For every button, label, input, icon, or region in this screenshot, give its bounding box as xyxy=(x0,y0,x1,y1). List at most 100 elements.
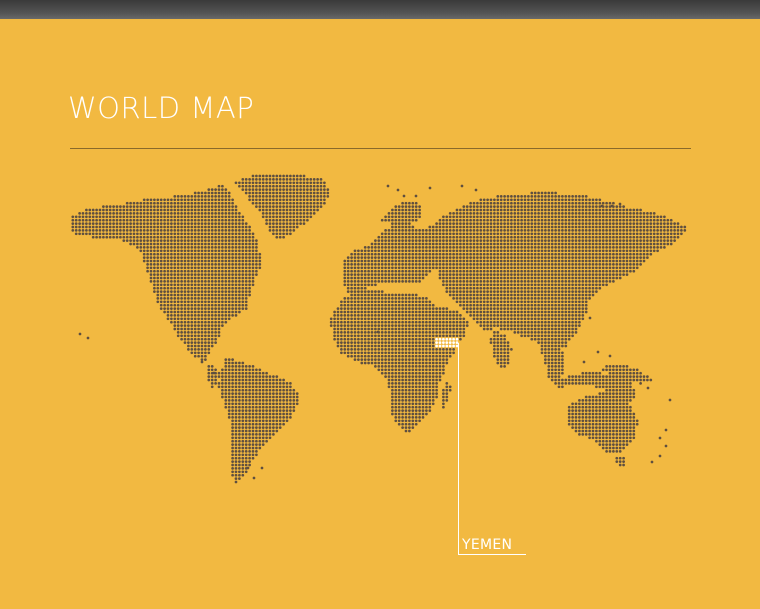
land-dot xyxy=(187,212,190,215)
land-dot xyxy=(204,337,207,341)
land-dot xyxy=(578,259,581,263)
land-dot xyxy=(190,310,194,314)
land-dot xyxy=(489,235,493,239)
land-dot xyxy=(224,252,228,256)
land-dot xyxy=(224,276,228,280)
land-dot xyxy=(149,222,153,225)
land-dot xyxy=(159,266,163,270)
land-dot xyxy=(605,201,608,205)
land-dot xyxy=(374,324,377,327)
land-dot xyxy=(227,191,231,195)
land-dot xyxy=(333,317,336,321)
land-dot xyxy=(418,310,421,314)
land-dot xyxy=(499,225,503,229)
land-dot xyxy=(588,249,591,253)
land-dot xyxy=(197,314,200,317)
land-dot xyxy=(523,293,527,297)
land-dot xyxy=(438,263,442,266)
land-dot xyxy=(163,239,166,242)
land-dot xyxy=(380,348,384,351)
land-dot xyxy=(408,256,411,259)
land-dot xyxy=(108,225,112,229)
land-dot xyxy=(363,303,367,307)
land-dot xyxy=(346,303,350,307)
land-dot xyxy=(547,249,551,253)
land-dot xyxy=(176,300,180,304)
land-dot xyxy=(370,269,374,273)
land-dot xyxy=(476,239,479,242)
land-dot xyxy=(173,222,177,225)
land-dot xyxy=(98,229,102,232)
land-dot xyxy=(309,215,313,219)
land-dot xyxy=(544,205,547,208)
land-dot xyxy=(588,225,591,229)
land-dot xyxy=(176,283,180,287)
land-dot xyxy=(418,269,421,273)
land-dot xyxy=(452,310,455,314)
land-dot xyxy=(567,320,571,324)
land-dot xyxy=(598,273,602,276)
land-dot xyxy=(442,317,445,321)
land-dot xyxy=(156,201,160,205)
land-dot xyxy=(435,320,438,324)
land-dot xyxy=(244,256,248,259)
land-dot xyxy=(639,225,642,229)
land-dot xyxy=(197,273,200,276)
land-dot xyxy=(615,252,619,256)
land-dot xyxy=(170,269,173,273)
land-dot xyxy=(510,218,513,222)
land-dot xyxy=(414,334,418,338)
land-dot xyxy=(105,218,109,222)
land-dot xyxy=(418,280,421,283)
land-dot xyxy=(272,198,275,202)
land-dot xyxy=(187,280,190,283)
land-dot xyxy=(445,331,449,334)
land-dot xyxy=(176,198,180,202)
land-dot xyxy=(411,205,415,208)
land-dot xyxy=(397,229,401,232)
land-dot xyxy=(404,222,408,225)
land-dot xyxy=(438,310,442,314)
land-dot xyxy=(251,280,255,283)
land-dot xyxy=(567,300,571,304)
land-dot xyxy=(520,229,523,232)
land-dot xyxy=(459,283,462,287)
land-dot xyxy=(112,205,115,208)
land-dot xyxy=(282,218,285,222)
land-dot xyxy=(414,273,418,276)
land-dot xyxy=(459,225,462,229)
land-dot xyxy=(486,266,489,270)
land-dot xyxy=(309,212,313,215)
land-dot xyxy=(666,232,670,236)
land-dot xyxy=(533,266,537,270)
land-dot xyxy=(465,225,469,229)
land-dot xyxy=(533,191,537,195)
land-dot xyxy=(618,218,622,222)
land-dot xyxy=(411,317,415,321)
land-dot xyxy=(537,249,540,253)
land-dot xyxy=(377,246,381,249)
land-dot xyxy=(353,337,357,341)
land-dot xyxy=(448,331,452,334)
land-dot xyxy=(459,249,462,253)
land-dot xyxy=(95,212,98,215)
land-dot xyxy=(343,273,347,276)
land-dot xyxy=(639,232,642,236)
land-dot xyxy=(170,290,173,293)
land-dot xyxy=(567,331,571,334)
land-dot xyxy=(149,242,153,246)
land-dot xyxy=(149,198,153,202)
land-dot xyxy=(210,317,214,321)
land-dot xyxy=(292,178,296,181)
land-dot xyxy=(190,266,194,270)
land-dot xyxy=(163,205,166,208)
land-dot xyxy=(380,331,384,334)
land-dot xyxy=(428,252,432,256)
land-dot xyxy=(459,212,462,215)
land-dot xyxy=(408,218,411,222)
land-dot xyxy=(629,263,632,266)
land-dot xyxy=(204,252,207,256)
land-dot xyxy=(197,191,200,195)
land-dot xyxy=(268,218,272,222)
land-dot xyxy=(214,191,217,195)
